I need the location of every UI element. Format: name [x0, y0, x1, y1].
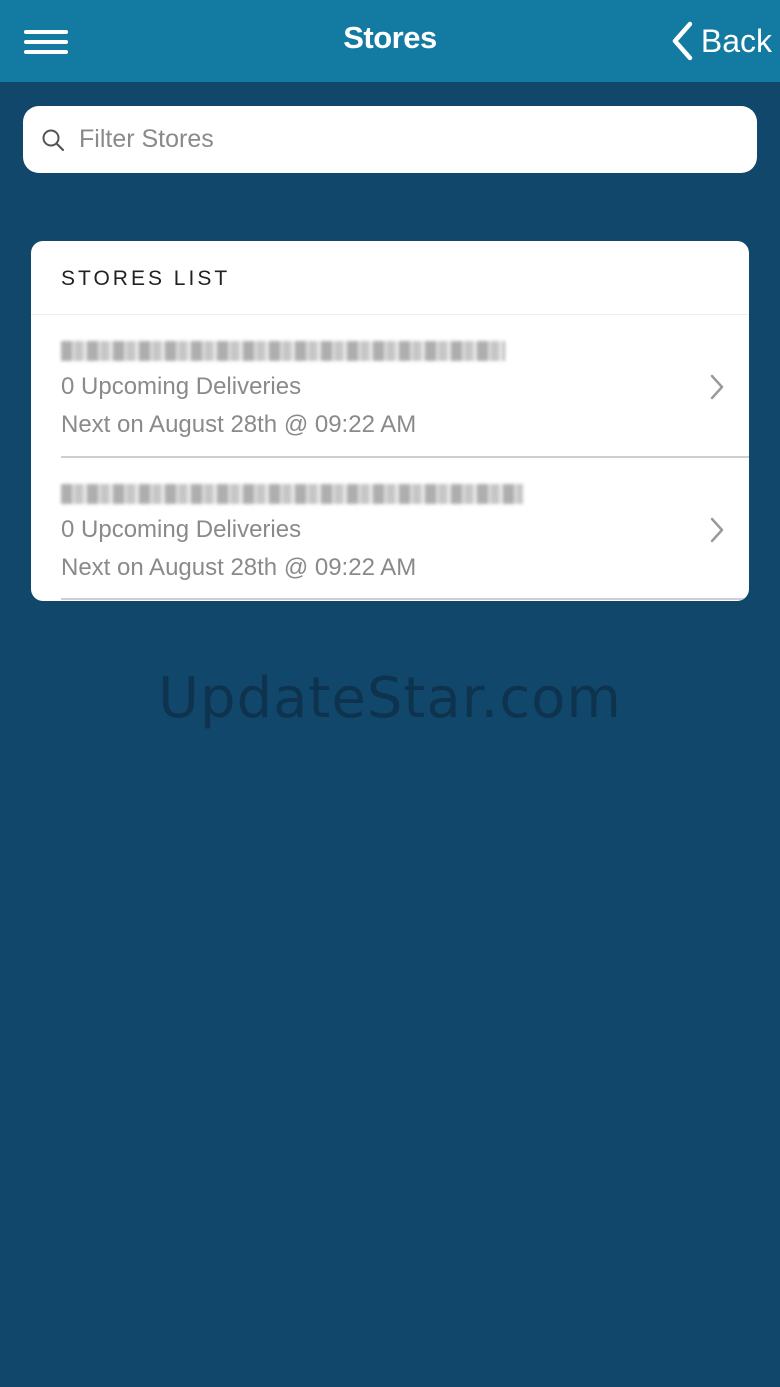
store-name-redacted [61, 341, 505, 361]
next-delivery-text: Next on August 28th @ 09:22 AM [61, 411, 417, 438]
next-delivery-text: Next on August 28th @ 09:22 AM [61, 554, 417, 581]
chevron-right-icon [710, 517, 724, 543]
watermark-text: UpdateStar.com [158, 666, 622, 731]
search-icon [42, 129, 65, 151]
back-button[interactable]: Back [671, 18, 772, 64]
upcoming-deliveries-text: 0 Upcoming Deliveries [61, 373, 302, 400]
stores-list-heading: STORES LIST [31, 241, 749, 315]
upcoming-deliveries-text: 0 Upcoming Deliveries [61, 516, 302, 543]
top-app-bar: Stores Back [0, 0, 780, 82]
store-name-redacted [61, 484, 523, 504]
search-bar [23, 106, 757, 173]
back-label: Back [700, 22, 772, 59]
chevron-left-icon [672, 21, 693, 61]
stores-list-card: STORES LIST 0 Upcoming Deliveries Next o… [31, 241, 749, 601]
page-title: Stores [343, 20, 437, 55]
chevron-right-icon [710, 374, 724, 400]
store-list-item[interactable]: 0 Upcoming Deliveries Next on August 28t… [61, 458, 749, 600]
filter-stores-input[interactable] [77, 124, 721, 155]
store-list-item[interactable]: 0 Upcoming Deliveries Next on August 28t… [61, 315, 749, 458]
